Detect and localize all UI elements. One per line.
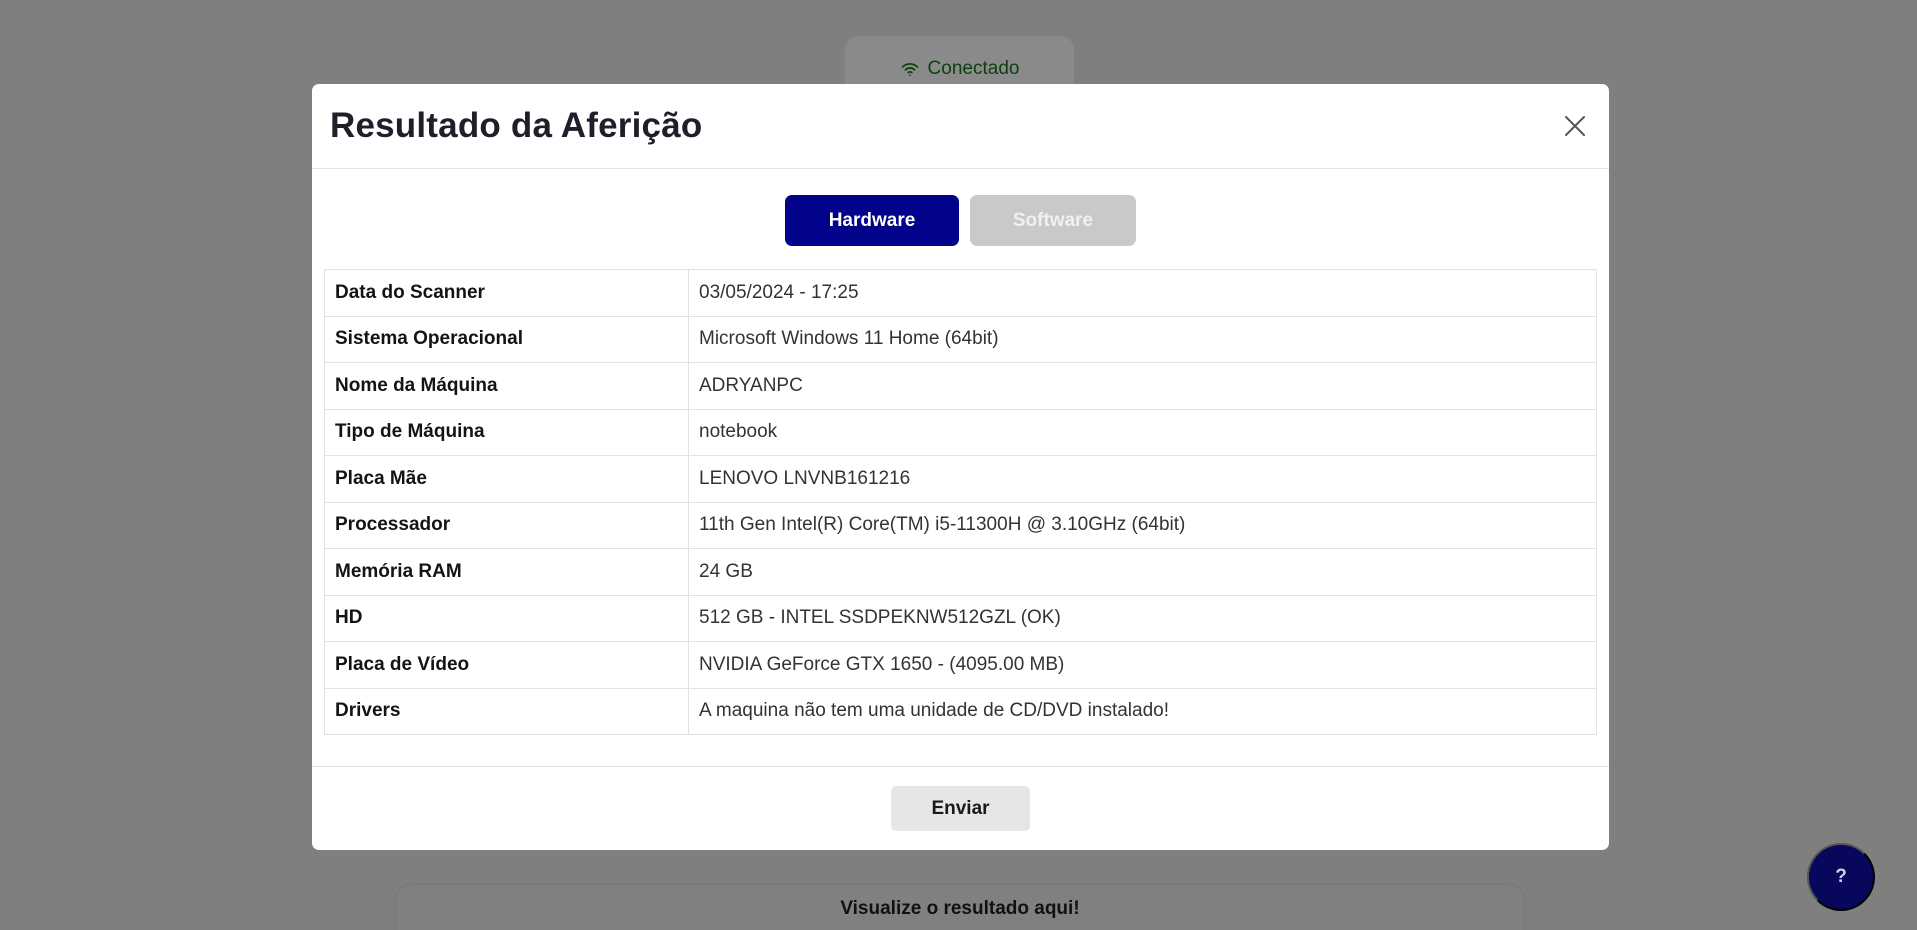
- row-value: 24 GB: [688, 548, 1597, 596]
- table-row: Placa de Vídeo NVIDIA GeForce GTX 1650 -…: [324, 641, 1597, 689]
- row-label: HD: [324, 594, 689, 642]
- row-label: Data do Scanner: [324, 269, 689, 317]
- tab-software[interactable]: Software: [970, 195, 1136, 246]
- table-row: Nome da Máquina ADRYANPC: [324, 362, 1597, 410]
- row-label: Tipo de Máquina: [324, 408, 689, 456]
- close-button[interactable]: [1561, 112, 1589, 140]
- hardware-info-table: Data do Scanner 03/05/2024 - 17:25 Siste…: [324, 269, 1597, 735]
- row-value: NVIDIA GeForce GTX 1650 - (4095.00 MB): [688, 641, 1597, 689]
- row-value: LENOVO LNVNB161216: [688, 455, 1597, 503]
- tab-hardware[interactable]: Hardware: [785, 195, 959, 246]
- tab-bar: Hardware Software: [312, 195, 1609, 246]
- row-label: Placa Mãe: [324, 455, 689, 503]
- row-value: notebook: [688, 408, 1597, 456]
- result-modal: Resultado da Aferição Hardware Software …: [312, 84, 1609, 850]
- row-value: ADRYANPC: [688, 362, 1597, 410]
- table-row: Drivers A maquina não tem uma unidade de…: [324, 687, 1597, 735]
- table-row: HD 512 GB - INTEL SSDPEKNW512GZL (OK): [324, 594, 1597, 642]
- result-panel: Visualize o resultado aqui!: [396, 885, 1524, 930]
- table-row: Memória RAM 24 GB: [324, 548, 1597, 596]
- result-heading: Visualize o resultado aqui!: [840, 898, 1080, 919]
- table-row: Placa Mãe LENOVO LNVNB161216: [324, 455, 1597, 503]
- row-label: Drivers: [324, 687, 689, 735]
- row-value: 11th Gen Intel(R) Core(TM) i5-11300H @ 3…: [688, 501, 1597, 549]
- row-label: Processador: [324, 501, 689, 549]
- modal-title: Resultado da Aferição: [330, 106, 703, 145]
- table-row: Data do Scanner 03/05/2024 - 17:25: [324, 269, 1597, 317]
- table-row: Sistema Operacional Microsoft Windows 11…: [324, 315, 1597, 363]
- row-label: Nome da Máquina: [324, 362, 689, 410]
- modal-header: Resultado da Aferição: [312, 84, 1609, 169]
- table-row: Tipo de Máquina notebook: [324, 408, 1597, 456]
- row-label: Placa de Vídeo: [324, 641, 689, 689]
- wifi-icon: [900, 58, 920, 85]
- row-value: 03/05/2024 - 17:25: [688, 269, 1597, 317]
- row-label: Sistema Operacional: [324, 315, 689, 363]
- row-label: Memória RAM: [324, 548, 689, 596]
- row-value: 512 GB - INTEL SSDPEKNW512GZL (OK): [688, 594, 1597, 642]
- help-button[interactable]: ?: [1807, 843, 1875, 911]
- row-value: A maquina não tem uma unidade de CD/DVD …: [688, 687, 1597, 735]
- modal-footer: Enviar: [312, 766, 1609, 850]
- connection-status-label: Conectado: [927, 58, 1020, 79]
- close-icon: [1565, 116, 1585, 136]
- send-button[interactable]: Enviar: [891, 786, 1030, 831]
- table-row: Processador 11th Gen Intel(R) Core(TM) i…: [324, 501, 1597, 549]
- row-value: Microsoft Windows 11 Home (64bit): [688, 315, 1597, 363]
